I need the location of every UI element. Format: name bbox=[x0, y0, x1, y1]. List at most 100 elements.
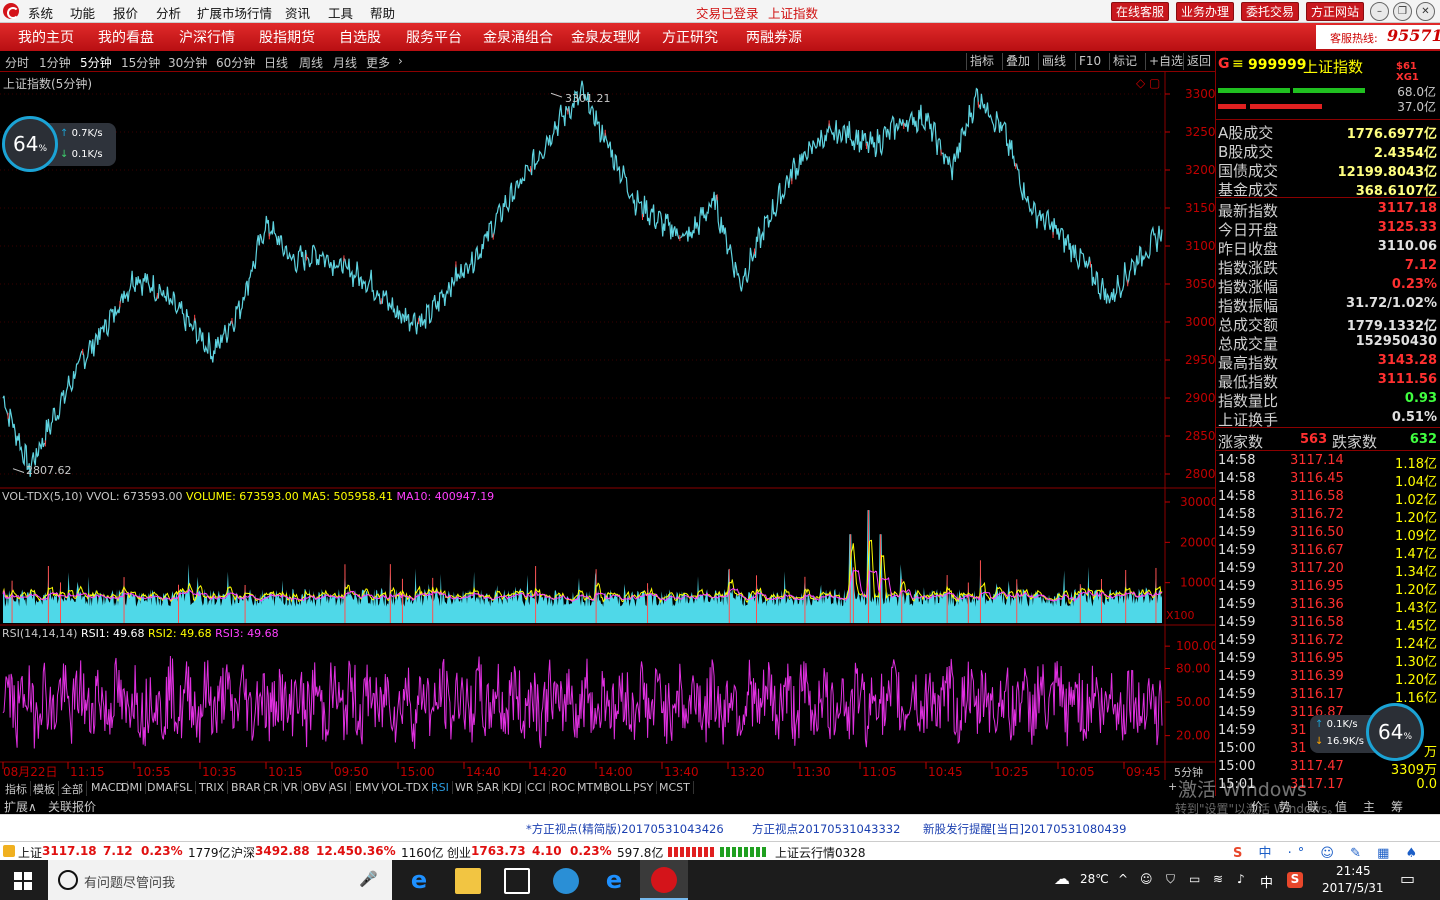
menu-tools[interactable]: 工具 bbox=[328, 3, 353, 22]
sogou-tray-icon[interactable]: S bbox=[1287, 872, 1303, 888]
tick-row[interactable]: 14:59 3116.95 1.20亿 bbox=[1218, 578, 1439, 598]
nav-home[interactable]: 我的主页 bbox=[18, 27, 74, 47]
minimize-icon[interactable]: – bbox=[1370, 2, 1389, 21]
indicator-tab[interactable]: VOL-TDX bbox=[378, 781, 433, 794]
tick-row[interactable]: 14:59 3116.95 1.30亿 bbox=[1218, 650, 1439, 670]
status-index-name[interactable]: 沪深 bbox=[231, 844, 255, 861]
menu-analysis[interactable]: 分析 bbox=[156, 3, 181, 22]
period-1min[interactable]: 1分钟 bbox=[39, 54, 71, 71]
order-trade-button[interactable]: 委托交易 bbox=[1241, 2, 1300, 21]
volume-icon[interactable]: ♪ bbox=[1237, 872, 1245, 886]
tray-icon-1[interactable]: ☺ bbox=[1140, 872, 1153, 886]
nav-service[interactable]: 服务平台 bbox=[406, 27, 462, 47]
browser-icon[interactable] bbox=[553, 868, 579, 894]
indicator-tab[interactable]: KDJ bbox=[500, 781, 526, 794]
tick-row[interactable]: 14:59 3116.50 1.09亿 bbox=[1218, 524, 1439, 544]
period-15min[interactable]: 15分钟 bbox=[121, 54, 160, 71]
panel-tab[interactable]: 势 bbox=[1279, 798, 1291, 815]
file-explorer-icon[interactable] bbox=[455, 868, 481, 894]
close-icon[interactable]: ✕ bbox=[1416, 2, 1435, 21]
chevron-right-icon[interactable]: › bbox=[398, 54, 403, 68]
tick-row[interactable]: 15:00 3117.47 3309万 bbox=[1218, 758, 1439, 778]
panel-tab[interactable]: 筹 bbox=[1391, 798, 1403, 815]
tick-row[interactable]: 14:58 3116.58 1.02亿 bbox=[1218, 488, 1439, 508]
taskbar-app-active[interactable] bbox=[640, 860, 688, 900]
tick-row[interactable]: 14:59 3116.58 1.45亿 bbox=[1218, 614, 1439, 634]
indicator-tab[interactable]: FSL bbox=[170, 781, 197, 794]
tool-indicator[interactable]: 指标 bbox=[966, 53, 997, 70]
indicator-tab[interactable]: MCST bbox=[656, 781, 694, 794]
edge-icon[interactable]: e bbox=[406, 868, 432, 894]
status-index-name[interactable]: 创业 bbox=[447, 844, 471, 861]
tick-row[interactable]: 15:01 3117.17 0.0 bbox=[1218, 776, 1439, 794]
cloud-quote-label[interactable]: 上证云行情0328 bbox=[775, 844, 866, 861]
nav-research[interactable]: 方正研究 bbox=[662, 27, 718, 47]
add-tab-icon[interactable]: + bbox=[1168, 780, 1177, 793]
tick-row[interactable]: 14:59 3116.17 1.16亿 bbox=[1218, 686, 1439, 706]
panel-tab[interactable]: 主 bbox=[1363, 798, 1375, 815]
tool-add-watch[interactable]: +自选 bbox=[1145, 53, 1186, 70]
indicator-tab[interactable]: SAR bbox=[474, 781, 504, 794]
panel-tab[interactable]: 值 bbox=[1335, 798, 1347, 815]
store-icon[interactable] bbox=[504, 868, 530, 894]
menu-help[interactable]: 帮助 bbox=[370, 3, 395, 22]
indicator-tab[interactable]: PSY bbox=[630, 781, 658, 794]
indicator-tab[interactable]: CR bbox=[260, 781, 283, 794]
period-week[interactable]: 周线 bbox=[299, 54, 323, 71]
indicator-tab[interactable]: 全部 bbox=[58, 781, 87, 797]
period-tick[interactable]: 分时 bbox=[5, 54, 29, 71]
nav-futures[interactable]: 股指期货 bbox=[259, 27, 315, 47]
tick-row[interactable]: 14:59 3117.20 1.34亿 bbox=[1218, 560, 1439, 580]
period-day[interactable]: 日线 bbox=[264, 54, 288, 71]
tick-row[interactable]: 14:58 3117.14 1.18亿 bbox=[1218, 452, 1439, 472]
nav-hs-market[interactable]: 沪深行情 bbox=[179, 27, 235, 47]
nav-portfolio[interactable]: 金泉涌组合 bbox=[483, 27, 553, 47]
online-service-button[interactable]: 在线客服 bbox=[1111, 2, 1170, 21]
menu-system[interactable]: 系统 bbox=[28, 3, 53, 22]
news-item-3[interactable]: 新股发行提醒[当日]20170531080439 bbox=[923, 821, 1126, 837]
panel-tab[interactable]: 联 bbox=[1307, 798, 1319, 815]
panel-tab[interactable]: 价 bbox=[1251, 798, 1263, 815]
indicator-tab[interactable]: 模板 bbox=[30, 781, 59, 797]
microphone-icon[interactable]: 🎤 bbox=[359, 870, 378, 888]
status-index-name[interactable]: 上证 bbox=[18, 844, 42, 861]
weather-icon[interactable]: ☁ bbox=[1054, 869, 1070, 888]
battery-icon[interactable]: ▭ bbox=[1189, 872, 1200, 886]
indicator-tab[interactable]: ASI bbox=[326, 781, 351, 794]
clock-date[interactable]: 2017/5/31 bbox=[1322, 881, 1384, 895]
kline-chart-area[interactable]: 3300 3250 3200 3150 3100 3050 3000 2950 2900 2850… bbox=[0, 72, 1218, 780]
period-60min[interactable]: 60分钟 bbox=[216, 54, 255, 71]
tick-row[interactable]: 14:59 3116.67 1.47亿 bbox=[1218, 542, 1439, 562]
tray-chevron-icon[interactable]: ^ bbox=[1118, 872, 1128, 886]
tool-back[interactable]: 返回 bbox=[1183, 53, 1214, 70]
tool-f10[interactable]: F10 bbox=[1075, 53, 1104, 70]
sogou-icon[interactable]: S bbox=[1233, 846, 1248, 861]
menu-extended-market[interactable]: 扩展市场行情 bbox=[197, 3, 272, 22]
ie-icon[interactable]: e bbox=[601, 868, 627, 894]
indicator-tab[interactable]: TRIX bbox=[196, 781, 229, 794]
menu-news[interactable]: 资讯 bbox=[285, 3, 310, 22]
tool-draw[interactable]: 画线 bbox=[1038, 53, 1069, 70]
start-icon[interactable] bbox=[14, 872, 32, 890]
cortana-search[interactable]: 有问题尽管问我 🎤 bbox=[48, 860, 392, 900]
nav-watchlist[interactable]: 自选股 bbox=[339, 27, 381, 47]
chart-options-icon[interactable]: ◇ ▢ bbox=[1136, 76, 1160, 90]
period-month[interactable]: 月线 bbox=[333, 54, 357, 71]
tool-mark[interactable]: 标记 bbox=[1109, 53, 1140, 70]
menu-function[interactable]: 功能 bbox=[70, 3, 95, 22]
shield-icon[interactable]: ⛉ bbox=[1166, 872, 1175, 887]
clock-time[interactable]: 21:45 bbox=[1336, 864, 1371, 878]
period-30min[interactable]: 30分钟 bbox=[168, 54, 207, 71]
tool-overlay[interactable]: 叠加 bbox=[1002, 53, 1033, 70]
news-item-2[interactable]: 方正视点20170531043332 bbox=[752, 821, 900, 837]
period-5min[interactable]: 5分钟 bbox=[80, 54, 112, 71]
nav-margin[interactable]: 两融券源 bbox=[746, 27, 802, 47]
tick-row[interactable]: 14:58 3116.45 1.04亿 bbox=[1218, 470, 1439, 490]
related-quote-tab[interactable]: 关联报价 bbox=[48, 798, 96, 815]
tick-row[interactable]: 14:59 3116.36 1.43亿 bbox=[1218, 596, 1439, 616]
notification-icon[interactable]: ▭ bbox=[1400, 869, 1415, 888]
indicator-tab[interactable]: DMI bbox=[118, 781, 147, 794]
menu-lines-icon[interactable]: ≡ bbox=[1232, 56, 1244, 72]
indicator-tab[interactable]: VR bbox=[280, 781, 303, 794]
website-button[interactable]: 方正网站 bbox=[1306, 2, 1365, 21]
